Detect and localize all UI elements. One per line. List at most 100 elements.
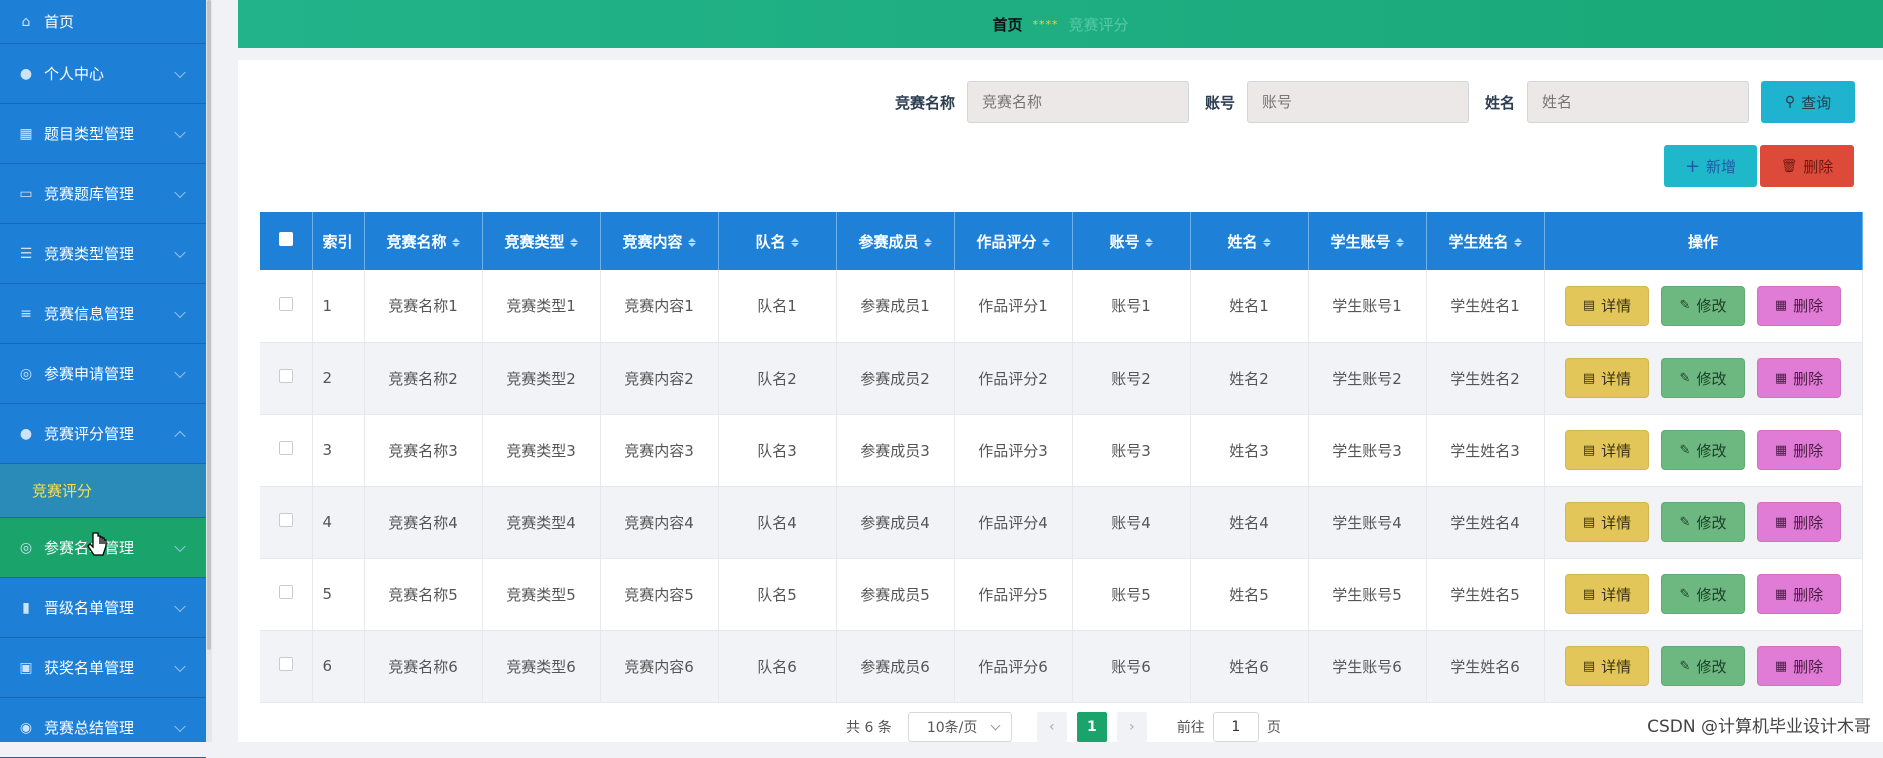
prev-page-button[interactable]: ‹	[1036, 712, 1067, 742]
sidebar: ⌂ 首页 ● 个人中心 ▦ 题目类型管理 ▭ 竞赛题库管理 ☰ 竞赛类型管理 ≡ 竞赛信息管理 ◎ 参赛申…	[0, 0, 206, 758]
column-header[interactable]: 竞赛内容	[600, 212, 719, 270]
sidebar-item-label: 竞赛总结管理	[44, 719, 135, 737]
detail-button[interactable]: ▤ 详情	[1565, 502, 1649, 542]
batch-delete-button[interactable]: 🗑 删除	[1760, 145, 1854, 187]
sort-icon[interactable]	[1263, 237, 1271, 248]
row-checkbox-cell[interactable]	[260, 558, 313, 631]
row-checkbox-cell[interactable]	[260, 486, 313, 559]
row-checkbox[interactable]	[278, 513, 293, 527]
row-checkbox-cell[interactable]	[260, 414, 313, 487]
column-header[interactable]: 作品评分	[954, 212, 1073, 270]
row-checkbox[interactable]	[278, 441, 293, 455]
edit-button[interactable]: ✎ 修改	[1661, 430, 1745, 470]
column-header[interactable]: 账号	[1072, 212, 1191, 270]
delete-button[interactable]: ▦ 删除	[1757, 574, 1841, 614]
sidebar-item-5[interactable]: ≡ 竞赛信息管理	[0, 284, 206, 344]
sort-icon[interactable]	[791, 237, 799, 248]
edit-button[interactable]: ✎ 修改	[1661, 502, 1745, 542]
trash-icon: ▦	[1774, 586, 1788, 602]
edit-button[interactable]: ✎ 修改	[1661, 358, 1745, 398]
document-icon: ▤	[1582, 442, 1596, 458]
sort-icon[interactable]	[1145, 237, 1153, 248]
sidebar-scrollbar-thumb[interactable]	[207, 0, 211, 650]
next-page-button[interactable]: ›	[1116, 712, 1147, 742]
column-header[interactable]: 学生姓名	[1426, 212, 1545, 270]
sidebar-item-4[interactable]: ☰ 竞赛类型管理	[0, 224, 206, 284]
trash-icon: ▦	[1774, 442, 1788, 458]
row-checkbox[interactable]	[278, 657, 293, 671]
row-checkbox[interactable]	[278, 369, 293, 383]
sort-icon[interactable]	[1042, 237, 1050, 248]
delete-button[interactable]: ▦ 删除	[1757, 358, 1841, 398]
detail-button[interactable]: ▤ 详情	[1565, 285, 1649, 326]
sidebar-item-label: 首页	[44, 13, 75, 31]
page-size-select[interactable]: 10条/页	[907, 712, 1012, 742]
sort-icon[interactable]	[570, 237, 578, 248]
pagination: 共 6 条 10条/页 ‹ 1 › 前往 1 页	[846, 712, 1281, 742]
row-checkbox-cell[interactable]	[260, 342, 313, 415]
delete-button[interactable]: ▦ 删除	[1757, 646, 1841, 686]
sort-icon[interactable]	[452, 237, 460, 248]
delete-button[interactable]: ▦ 删除	[1757, 285, 1841, 326]
name-input[interactable]	[1527, 81, 1749, 123]
edit-button-label: 修改	[1696, 513, 1727, 532]
delete-button[interactable]: ▦ 删除	[1757, 502, 1841, 542]
goto-page-input[interactable]: 1	[1212, 712, 1259, 742]
page-number-button[interactable]: 1	[1076, 712, 1107, 742]
table-cell: 姓名4	[1190, 486, 1309, 559]
competition-name-input[interactable]	[966, 81, 1189, 123]
sort-icon[interactable]	[1396, 237, 1404, 248]
sidebar-item-9[interactable]: ▮ 晋级名单管理	[0, 578, 206, 638]
detail-button[interactable]: ▤ 详情	[1565, 430, 1649, 470]
actions-cell: ▤ 详情 ✎ 修改 ▦ 删除	[1544, 630, 1863, 703]
sidebar-item-1[interactable]: ● 个人中心	[0, 44, 206, 104]
select-all-checkbox[interactable]	[278, 232, 293, 246]
edit-button[interactable]: ✎ 修改	[1661, 646, 1745, 686]
document-icon: ▤	[1582, 514, 1596, 530]
sidebar-item-10[interactable]: ▣ 获奖名单管理	[0, 638, 206, 698]
column-header[interactable]: 竞赛名称	[364, 212, 483, 270]
column-header[interactable]: 参赛成员	[836, 212, 955, 270]
row-checkbox-cell[interactable]	[260, 630, 313, 703]
sidebar-item-label: 题目类型管理	[44, 125, 135, 143]
delete-button[interactable]: ▦ 删除	[1757, 430, 1841, 470]
sidebar-subitem-scoring[interactable]: 竞赛评分	[0, 464, 206, 518]
chevron-icon	[174, 246, 186, 258]
pencil-icon: ✎	[1679, 298, 1691, 314]
column-header[interactable]: 竞赛类型	[482, 212, 601, 270]
detail-button-label: 详情	[1601, 297, 1632, 316]
row-checkbox[interactable]	[278, 585, 293, 599]
add-button[interactable]: + 新增	[1664, 145, 1757, 187]
select-all-checkbox-cell[interactable]	[260, 212, 313, 270]
sidebar-item-3[interactable]: ▭ 竞赛题库管理	[0, 164, 206, 224]
account-input[interactable]	[1246, 81, 1469, 123]
sidebar-item-0[interactable]: ⌂ 首页	[0, 0, 206, 44]
column-header[interactable]: 姓名	[1190, 212, 1309, 270]
query-button[interactable]: ⚲ 查询	[1761, 81, 1855, 123]
edit-button-label: 修改	[1696, 441, 1727, 460]
sort-icon[interactable]	[688, 237, 696, 248]
column-header[interactable]: 队名	[718, 212, 837, 270]
edit-button[interactable]: ✎ 修改	[1661, 574, 1745, 614]
sidebar-item-11[interactable]: ◉ 竞赛总结管理	[0, 698, 206, 758]
sort-icon[interactable]	[1514, 237, 1522, 248]
delete-button-label: 删除	[1793, 657, 1824, 676]
detail-button[interactable]: ▤ 详情	[1565, 358, 1649, 398]
delete-button-label: 删除	[1793, 297, 1824, 316]
detail-button[interactable]: ▤ 详情	[1565, 646, 1649, 686]
breadcrumb-home[interactable]: 首页	[992, 14, 1022, 35]
table-cell: 学生姓名5	[1426, 558, 1545, 631]
edit-button[interactable]: ✎ 修改	[1661, 285, 1745, 326]
trash-icon: 🗑	[1780, 158, 1798, 174]
detail-button[interactable]: ▤ 详情	[1565, 574, 1649, 614]
sidebar-item-2[interactable]: ▦ 题目类型管理	[0, 104, 206, 164]
table-cell: 竞赛内容1	[600, 270, 719, 343]
row-checkbox-cell[interactable]	[260, 270, 313, 343]
row-checkbox[interactable]	[278, 296, 293, 311]
sidebar-item-7[interactable]: ● 竞赛评分管理	[0, 404, 206, 464]
sort-icon[interactable]	[924, 237, 932, 248]
mouse-cursor-icon	[87, 532, 107, 556]
table-header-row: 索引 竞赛名称 竞赛类型 竞赛内容 队名 参赛成员 作品评分 账号 姓名 学生账号 学生姓名 操作	[260, 212, 1863, 270]
sidebar-item-6[interactable]: ◎ 参赛申请管理	[0, 344, 206, 404]
column-header[interactable]: 学生账号	[1308, 212, 1427, 270]
